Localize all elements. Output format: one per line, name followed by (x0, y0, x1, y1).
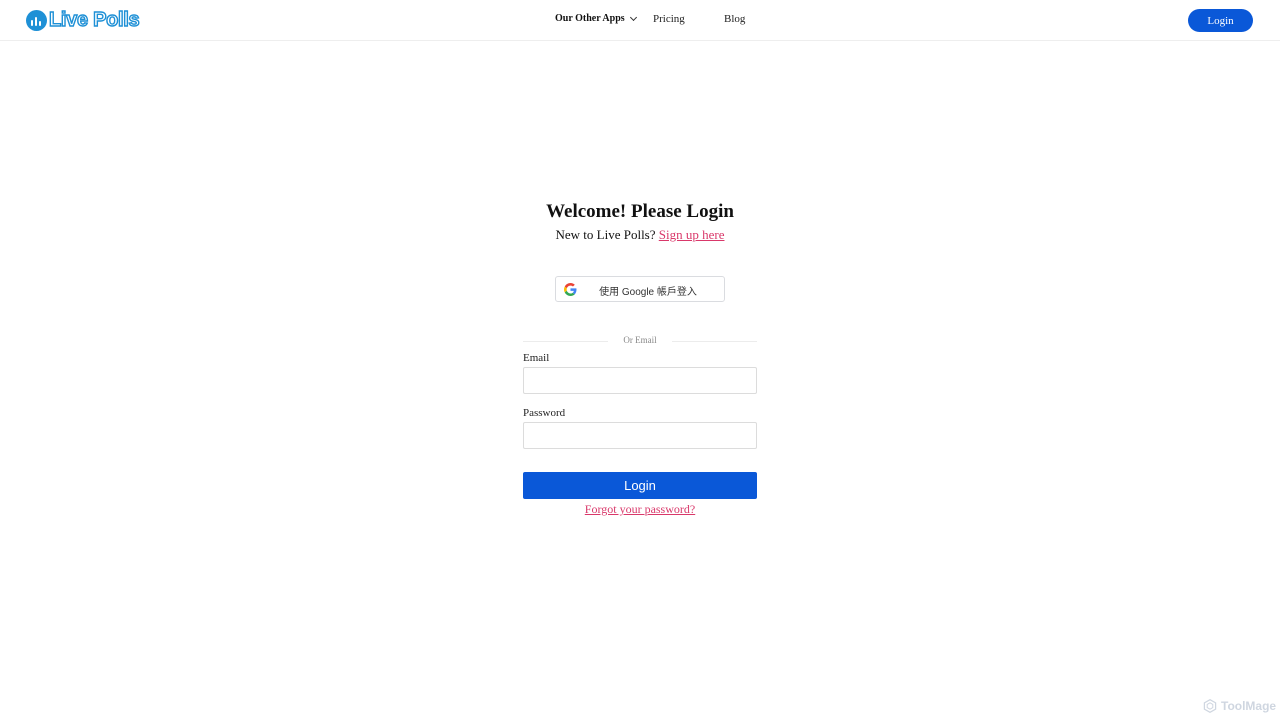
forgot-password-row: Forgot your password? (0, 502, 1280, 517)
forgot-password-link[interactable]: Forgot your password? (585, 502, 695, 516)
signup-prompt-text: New to Live Polls? (555, 227, 656, 242)
header-login-button[interactable]: Login (1188, 9, 1253, 32)
password-field[interactable] (523, 422, 757, 449)
watermark-text: ToolMage (1221, 699, 1277, 713)
toolmage-logo-icon (1203, 699, 1217, 713)
divider-line-right (672, 341, 757, 342)
email-label: Email (523, 352, 550, 364)
divider-text: Or Email (623, 335, 657, 345)
top-navigation-bar: Live Polls Our Other Apps Pricing Blog L… (0, 0, 1280, 41)
nav-other-apps-label: Our Other Apps (555, 13, 625, 24)
google-signin-button[interactable]: 使用 Google 帳戶登入 (555, 276, 725, 302)
signup-prompt: New to Live Polls? Sign up here (0, 227, 1280, 243)
logo-text: Live Polls (48, 8, 140, 31)
nav-blog-link[interactable]: Blog (724, 13, 745, 25)
chevron-down-icon (629, 13, 637, 21)
logo-icon (26, 9, 47, 31)
signup-link[interactable]: Sign up here (659, 227, 725, 242)
nav-other-apps-dropdown[interactable]: Our Other Apps (555, 13, 637, 24)
google-signin-label: 使用 Google 帳戶登入 (599, 287, 697, 298)
nav-pricing-link[interactable]: Pricing (653, 13, 685, 25)
site-logo[interactable]: Live Polls (26, 8, 140, 32)
or-email-divider: Or Email (523, 335, 757, 347)
email-field[interactable] (523, 367, 757, 394)
toolmage-watermark: ToolMage (1203, 699, 1276, 713)
login-submit-button[interactable]: Login (523, 472, 757, 499)
page-title: Welcome! Please Login (546, 201, 734, 222)
password-label: Password (523, 407, 566, 419)
